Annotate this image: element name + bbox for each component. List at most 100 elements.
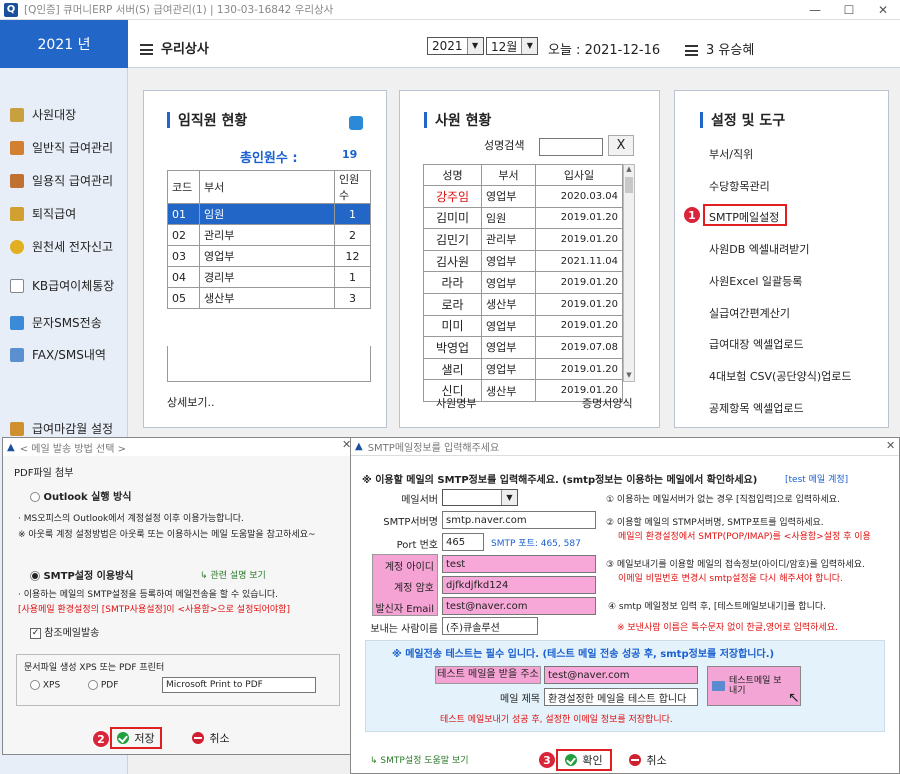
tool-deduction-upload[interactable]: 공제항목 엑셀업로드: [709, 400, 804, 416]
tool-dept-position[interactable]: 부서/직위: [709, 146, 753, 162]
maximize-button[interactable]: ☐: [832, 0, 866, 20]
month-select[interactable]: 12월 ▼: [486, 37, 539, 55]
table-row[interactable]: 02 관리부 2: [167, 224, 371, 246]
table-row[interactable]: 박영업 영업부 2019.07.08: [423, 336, 623, 359]
account-password-field[interactable]: djfkdjfkd124: [442, 576, 596, 594]
xps-option[interactable]: XPS: [30, 680, 60, 691]
total-count: 19: [342, 148, 358, 161]
mouse-pointer-icon: ↖: [788, 690, 800, 706]
ok-button[interactable]: 확인: [559, 751, 609, 769]
sidebar-item-kb-transfer[interactable]: KB급여이체통장: [10, 277, 114, 294]
company-name: 우리상사: [140, 38, 209, 57]
smtp-server-field[interactable]: smtp.naver.com: [442, 511, 596, 529]
sidebar-item-fax-sms-log[interactable]: FAX/SMS내역: [10, 346, 106, 363]
name-search-input[interactable]: [539, 138, 603, 156]
sender-email-label: 발신자 Email: [375, 604, 434, 615]
xps-radio[interactable]: [30, 680, 40, 690]
note-1: ① 이용하는 메일서버가 없는 경우 [직접입력]으로 입력하세요.: [606, 495, 840, 505]
tool-upload-excel[interactable]: 사원Excel 일괄등록: [709, 273, 802, 289]
chevron-down-icon: ▼: [521, 38, 538, 54]
table-row[interactable]: 로라 생산부 2019.01.20: [423, 292, 623, 316]
scrollbar[interactable]: ▲ ▼: [623, 164, 635, 382]
certificate-link[interactable]: 증명서양식: [582, 395, 633, 411]
sidebar-item-retirement[interactable]: 퇴직급여: [10, 205, 76, 222]
tax-icon: [10, 239, 24, 254]
mail-server-select[interactable]: ▼: [442, 489, 518, 506]
tool-net-pay-calculator[interactable]: 실급여간편계산기: [709, 305, 790, 321]
help-link[interactable]: ↳ 관련 설명 보기: [200, 568, 266, 581]
table-row[interactable]: 샐리 영업부 2019.01.20: [423, 357, 623, 381]
tool-smtp-settings[interactable]: SMTP메일설정: [709, 209, 779, 225]
sender-name-field[interactable]: (주)큐솔루션: [442, 617, 538, 635]
smtp-radio[interactable]: [30, 571, 40, 581]
chevron-down-icon: ▼: [466, 38, 483, 54]
sidebar-item-withholding-tax[interactable]: 원천세 전자신고: [10, 238, 113, 255]
tool-payroll-upload[interactable]: 급여대장 엑셀업로드: [709, 336, 804, 352]
pdf-option[interactable]: PDF: [88, 680, 118, 691]
search-label: 성명검색: [484, 139, 525, 152]
sidebar-item-sms[interactable]: 문자SMS전송: [10, 314, 102, 331]
sidebar-item-daily-payroll[interactable]: 일용직 급여관리: [10, 172, 113, 189]
step-badge-2: 2: [92, 730, 110, 748]
pdf-radio[interactable]: [88, 680, 98, 690]
sidebar-item-employee-register[interactable]: 사원대장: [10, 106, 76, 123]
sidebar-item-close-month[interactable]: 급여마감월 설정: [10, 420, 113, 437]
note-3b: 이메일 비밀번호 변경시 smtp설정을 다시 해주셔야 합니다.: [618, 574, 843, 584]
close-button[interactable]: ✕: [866, 0, 900, 20]
account-id-field[interactable]: test: [442, 555, 596, 573]
table-row[interactable]: 김사원 영업부 2021.11.04: [423, 249, 623, 273]
table-row[interactable]: 강주임 영업부 2020.03.04: [423, 185, 623, 208]
sidebar-item-regular-payroll[interactable]: 일반직 급여관리: [10, 139, 113, 156]
table-row[interactable]: 03 영업부 12: [167, 245, 371, 267]
employee-roster-link[interactable]: 사원명부: [436, 395, 476, 411]
app-logo-icon: Q: [4, 2, 18, 17]
staff-table-empty: [167, 346, 371, 382]
minimize-button[interactable]: —: [798, 0, 832, 20]
printer-field[interactable]: Microsoft Print to PDF: [162, 677, 316, 693]
test-recipient-field[interactable]: test@naver.com: [544, 666, 698, 684]
smtp-help-link[interactable]: ↳ SMTP설정 도움말 보기: [370, 753, 469, 766]
check-icon: [565, 754, 578, 766]
bank-icon: [10, 278, 24, 293]
clear-search-button[interactable]: X: [608, 135, 634, 156]
account-password-label: 계정 암호: [394, 583, 434, 594]
note-2b: 메일의 환경설정에서 SMTP(POP/IMAP)를 <사용함>설정 후 이용: [618, 532, 871, 542]
account-id-label: 계정 아이디: [384, 562, 434, 573]
table-row[interactable]: 미미 영업부 2019.01.20: [423, 314, 623, 338]
detail-link[interactable]: 상세보기..: [167, 394, 214, 410]
save-button[interactable]: 저장: [113, 729, 159, 747]
note-4: ④ smtp 메일정보 입력 후, [테스트메일보내기]를 합니다.: [608, 602, 826, 612]
smtp-close-button[interactable]: ✕: [886, 439, 895, 452]
year-selector[interactable]: 2021 년: [0, 20, 128, 68]
table-row[interactable]: 05 생산부 3: [167, 287, 371, 309]
smtp-cancel-button[interactable]: 취소: [625, 751, 671, 769]
outlook-radio[interactable]: [30, 492, 40, 502]
year-select[interactable]: 2021 ▼: [427, 37, 484, 55]
send-test-mail-button[interactable]: 테스트메일 보내기: [707, 666, 801, 706]
cc-checkbox[interactable]: ✓: [30, 627, 41, 639]
smtp-note-2: [사용메일 환경설정의 [SMTP사용설정]이 <사용함>으로 설정되어야함]: [18, 605, 290, 615]
port-label: Port 번호: [396, 540, 438, 551]
subject-field[interactable]: 환경설정한 메일을 테스트 합니다: [544, 688, 698, 706]
tool-insurance-csv[interactable]: 4대보험 CSV(공단양식)업로드: [709, 368, 851, 384]
table-row[interactable]: 김민기 관리부 2019.01.20: [423, 228, 623, 251]
cancel-button[interactable]: 취소: [188, 729, 234, 747]
cancel-icon: [192, 732, 205, 744]
sender-email-field[interactable]: test@naver.com: [442, 597, 596, 615]
cc-option[interactable]: ✓ 참조메일발송: [30, 624, 99, 639]
test-recipient-label: 테스트 메일을 받을 주소: [435, 666, 541, 684]
table-row[interactable]: 김미미 임원 2019.01.20: [423, 206, 623, 230]
port-field[interactable]: 465: [442, 533, 484, 551]
smtp-option[interactable]: SMTP설정 이용방식: [30, 567, 133, 582]
refresh-icon[interactable]: [349, 116, 363, 130]
table-row[interactable]: 04 경리부 1: [167, 266, 371, 288]
outlook-option[interactable]: Outlook 실행 방식: [30, 488, 131, 503]
tool-download-excel[interactable]: 사원DB 엑셀내려받기: [709, 241, 809, 257]
test-account-link[interactable]: [test 메일 계정]: [785, 472, 848, 485]
table-row[interactable]: 라라 영업부 2019.01.20: [423, 271, 623, 294]
tool-allowance[interactable]: 수당항목관리: [709, 178, 770, 194]
warning-icon: ▲: [7, 441, 15, 453]
table-row[interactable]: 01 임원 1: [167, 203, 371, 225]
employee-panel-title: 사원 현황: [424, 110, 491, 130]
warning-icon: ▲: [355, 441, 363, 452]
